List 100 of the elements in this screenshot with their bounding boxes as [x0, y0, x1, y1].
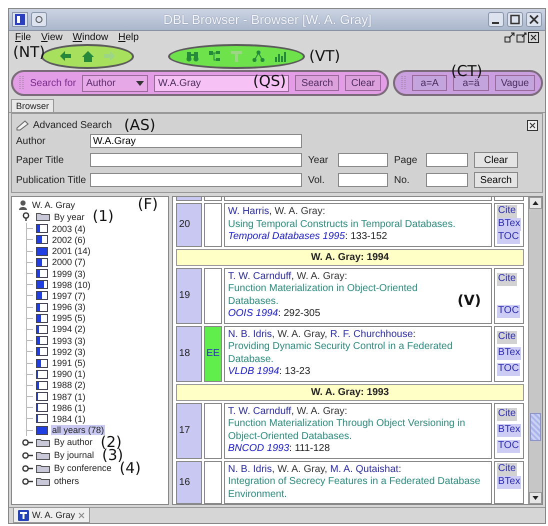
grip-handle[interactable] — [19, 75, 24, 91]
match-option-button[interactable]: a=A — [412, 75, 448, 91]
close-icon[interactable] — [527, 120, 538, 130]
undock-icon[interactable] — [504, 32, 515, 43]
folder-icon — [36, 212, 50, 222]
annotation-label: (2) — [100, 434, 122, 450]
text-field[interactable]: W.A.Gray — [90, 134, 302, 148]
back-arrow-icon[interactable] — [59, 50, 72, 63]
folder-icon — [36, 438, 50, 447]
annotation-label: (F) — [138, 197, 158, 212]
reference-link[interactable]: BTex — [497, 218, 522, 232]
tree-item[interactable]: 1996 (3) — [51, 302, 87, 312]
tree-item[interactable]: 1988 (2) — [51, 380, 87, 390]
paper-title[interactable]: Function Materialization in Object-Oriented Databases. — [228, 283, 447, 308]
grip-handle[interactable] — [401, 75, 406, 91]
menu-item[interactable]: Help — [118, 32, 139, 43]
text-field[interactable] — [90, 173, 302, 187]
text-field[interactable] — [426, 153, 468, 167]
paper-title[interactable]: Providing Dynamic Security Control in a Federated Database. — [228, 341, 488, 366]
menu-item[interactable]: File — [15, 32, 32, 43]
tree-item[interactable]: 1997 (7) — [51, 290, 87, 301]
expand-toggle[interactable] — [22, 450, 33, 460]
expand-toggle[interactable] — [22, 438, 33, 447]
tree-item[interactable]: By year — [53, 212, 86, 222]
bar-chart-icon[interactable] — [274, 50, 288, 63]
tab-label: W. A. Gray — [32, 510, 76, 520]
tree-item[interactable]: 2001 (14) — [51, 246, 92, 256]
close-button[interactable] — [526, 12, 542, 27]
tree-item[interactable]: By journal — [53, 450, 96, 460]
reference-link[interactable]: Cite — [497, 462, 517, 476]
reference-link[interactable]: BTex — [497, 424, 522, 437]
text-field[interactable] — [426, 173, 468, 187]
tree-item[interactable]: 1993 (3) — [51, 336, 87, 346]
maximize-button[interactable] — [507, 12, 523, 27]
paper-title[interactable]: Function Materialization Through Object Versioning in Object-Oriented Databases. — [228, 418, 488, 443]
tree-item[interactable]: 1998 (10) — [51, 280, 92, 290]
tree-item[interactable]: 1992 (3) — [51, 346, 87, 357]
match-option-button[interactable]: Vague — [494, 75, 535, 91]
reference-link[interactable]: TOC — [497, 305, 520, 318]
tree-item[interactable]: 1994 (2) — [51, 324, 87, 334]
text-field[interactable] — [338, 153, 388, 167]
clear-button[interactable]: Clear — [345, 75, 381, 91]
paper-title[interactable]: Using Temporal Constructs in Temporal Databases. — [228, 218, 488, 231]
binoculars-icon[interactable] — [186, 50, 200, 63]
document-icon — [18, 510, 29, 520]
tree-item[interactable]: 1990 (1) — [51, 369, 87, 380]
reference-link[interactable]: BTex — [497, 347, 522, 360]
year-bar-icon — [36, 314, 48, 323]
search-button[interactable]: Search — [295, 75, 340, 91]
text-field[interactable] — [338, 173, 388, 187]
hierarchy-icon[interactable] — [252, 50, 266, 63]
reference-link[interactable]: TOC — [497, 440, 520, 454]
tree-item[interactable]: W. A. Gray — [31, 200, 76, 210]
expand-toggle[interactable] — [22, 476, 33, 486]
pencil-icon — [16, 120, 29, 130]
home-icon[interactable] — [81, 50, 94, 63]
year-bar-icon — [36, 403, 48, 412]
paper-title[interactable]: Integration of Secrecy Features in a Federated Database Environment. — [228, 476, 488, 501]
tree-item[interactable]: 1987 (1) — [51, 392, 87, 402]
category-dropdown[interactable]: Author — [82, 74, 148, 92]
tree-item[interactable]: 1986 (1) — [51, 402, 87, 413]
float-window-icon[interactable] — [516, 32, 527, 43]
tree-item[interactable]: others — [53, 476, 80, 486]
menu-item[interactable]: View — [41, 32, 63, 43]
reference-link[interactable]: Cite — [497, 205, 517, 218]
tree-item[interactable]: 2000 (7) — [51, 257, 87, 268]
scroll-up-button[interactable] — [529, 197, 542, 209]
reference-link[interactable]: BTex — [497, 476, 522, 489]
caret-icon — [136, 80, 144, 86]
browser-tab[interactable]: Browser — [11, 99, 54, 112]
reference-link[interactable]: TOC — [497, 363, 520, 376]
tree-item[interactable]: 1991 (5) — [51, 358, 87, 368]
reference-link[interactable]: Cite — [497, 272, 517, 286]
scrollbar-thumb[interactable] — [530, 412, 541, 441]
menu-item[interactable]: Window — [72, 32, 108, 43]
reference-link[interactable]: Cite — [497, 330, 517, 344]
expand-toggle[interactable] — [22, 464, 33, 473]
tree-icon[interactable] — [208, 50, 222, 63]
tree-item[interactable]: all years (78) — [51, 425, 106, 436]
tree-item[interactable]: By conference — [53, 463, 113, 474]
reference-link[interactable]: Cite — [497, 408, 517, 421]
reference-link[interactable]: TOC — [497, 231, 520, 244]
annotation-label: (4) — [120, 460, 141, 476]
form-button[interactable]: Clear — [474, 152, 518, 168]
tree-item[interactable]: 1999 (3) — [51, 268, 87, 279]
tree-item[interactable]: 1995 (5) — [51, 313, 87, 324]
form-button[interactable]: Search — [474, 172, 518, 188]
close-panel-icon[interactable] — [528, 32, 539, 43]
tree-item[interactable]: 1984 (1) — [51, 414, 87, 424]
tree-item[interactable]: 2002 (6) — [51, 234, 87, 245]
minimize-button[interactable] — [488, 12, 504, 27]
year-bar-icon — [36, 426, 48, 435]
text-field[interactable] — [90, 153, 302, 167]
tree-item[interactable]: 2003 (4) — [51, 224, 87, 234]
app-icon[interactable] — [12, 12, 28, 27]
document-tab[interactable]: W. A. Gray — [13, 508, 90, 523]
window-menu-button[interactable] — [31, 12, 47, 27]
ee-link[interactable]: EE — [206, 348, 220, 359]
scroll-down-button[interactable] — [529, 492, 542, 504]
tree-item[interactable]: By author — [53, 437, 94, 448]
